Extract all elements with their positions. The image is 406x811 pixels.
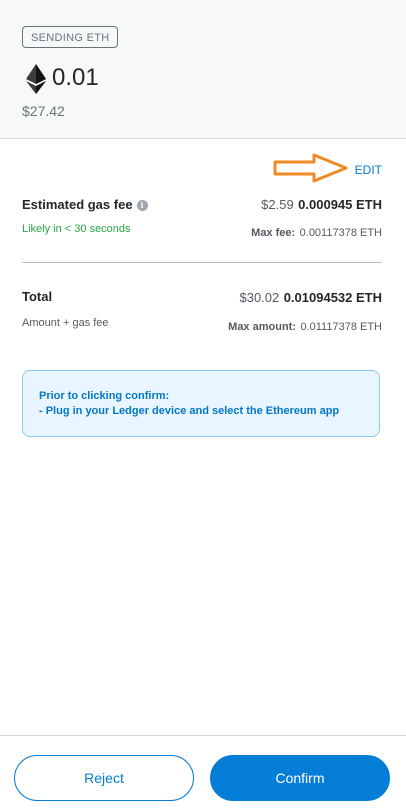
- ethereum-icon: [26, 64, 46, 94]
- edit-gas-button[interactable]: EDIT: [355, 163, 382, 177]
- section-divider: [22, 262, 382, 263]
- reject-button[interactable]: Reject: [14, 755, 194, 801]
- total-row: Total $30.02 0.01094532 ETH: [22, 289, 382, 309]
- max-amount-value: 0.01117378 ETH: [300, 321, 382, 333]
- gas-fee-row: Estimated gas fee i $2.59 0.000945 ETH: [22, 196, 382, 216]
- total-fiat: $30.02: [239, 290, 280, 305]
- sending-eth-badge: SENDING ETH: [22, 26, 119, 48]
- ledger-notice-title: Prior to clicking confirm:: [39, 390, 170, 402]
- ledger-notice: Prior to clicking confirm: - Plug in you…: [22, 370, 380, 437]
- gas-timing-estimate: Likely in < 30 seconds: [22, 223, 131, 235]
- total-detail-row: Amount + gas fee Max amount: 0.01117378 …: [22, 317, 382, 337]
- max-amount-label: Max amount:: [228, 321, 296, 333]
- confirm-transaction-page: SENDING ETH 0.01 $27.42 EDIT Estimated g…: [0, 0, 406, 811]
- total-eth: 0.01094532 ETH: [283, 290, 382, 305]
- transaction-header: SENDING ETH 0.01 $27.42: [0, 0, 406, 139]
- max-fee-value: 0.00117378 ETH: [299, 227, 382, 239]
- info-icon[interactable]: i: [136, 200, 148, 211]
- gas-fee-eth: 0.000945 ETH: [298, 197, 382, 212]
- confirm-button[interactable]: Confirm: [210, 755, 390, 801]
- gas-fee-detail-row: Likely in < 30 seconds Max fee: 0.001173…: [22, 223, 382, 243]
- ledger-notice-instruction: - Plug in your Ledger device and select …: [39, 405, 340, 417]
- send-amount-fiat: $27.42: [22, 103, 65, 119]
- gas-fee-label: Estimated gas fee: [22, 197, 133, 212]
- action-footer: Reject Confirm: [0, 735, 406, 811]
- max-fee-label: Max fee:: [251, 227, 296, 239]
- gas-fee-fiat: $2.59: [261, 197, 294, 212]
- total-sublabel: Amount + gas fee: [22, 317, 109, 329]
- send-amount: 0.01: [52, 64, 99, 91]
- annotation-arrow-icon: [273, 153, 348, 183]
- total-label: Total: [22, 289, 53, 304]
